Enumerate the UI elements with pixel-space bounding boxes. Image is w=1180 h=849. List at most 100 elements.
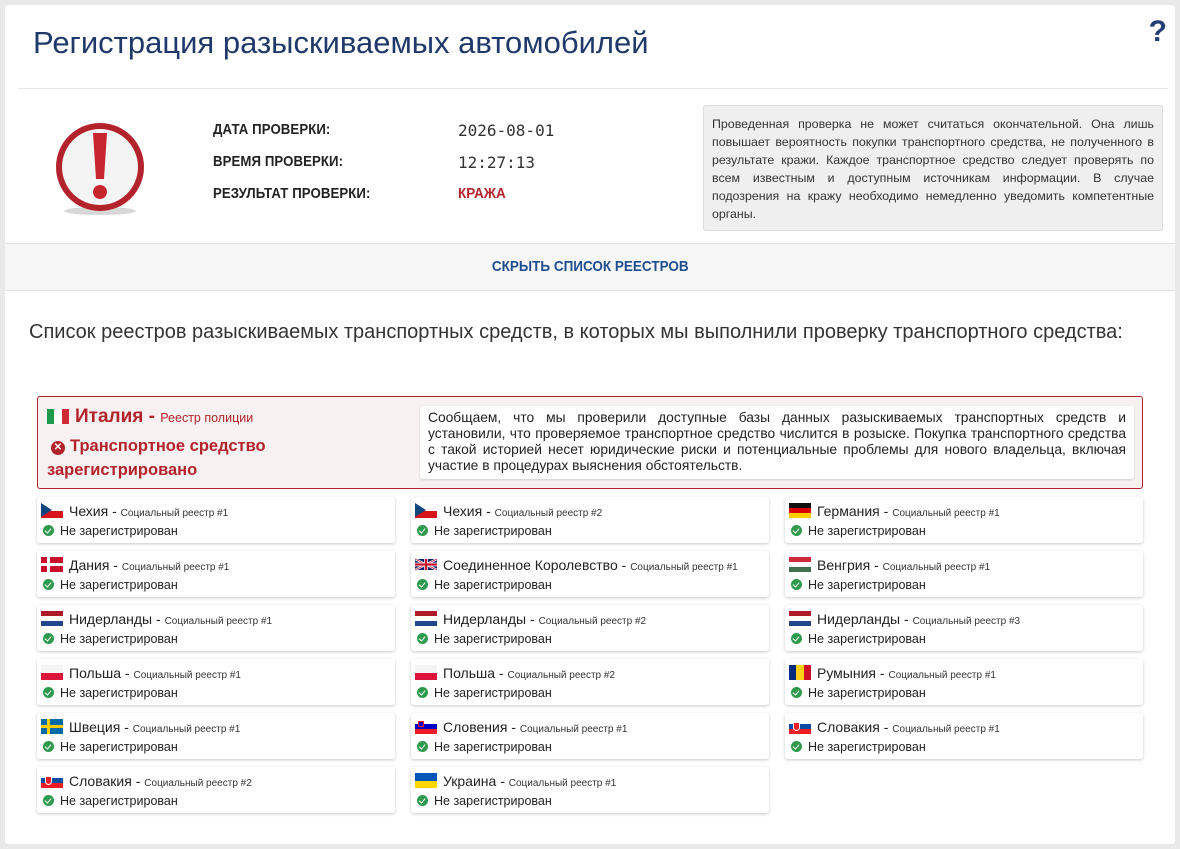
- registry-card: Нидерланды - Социальный реестр #1 Не заре…: [37, 605, 395, 651]
- sk-flag-icon: [789, 719, 811, 734]
- registry-header: Венгрия - Социальный реестр #1: [789, 557, 990, 573]
- toggle-bar: СКРЫТЬ СПИСОК РЕЕСТРОВ: [5, 243, 1175, 291]
- help-icon[interactable]: ?: [1149, 15, 1167, 49]
- page-title: Регистрация разыскиваемых автомобилей: [33, 25, 649, 60]
- nl-flag-icon: [789, 611, 811, 626]
- registry-header: Словения - Социальный реестр #1: [415, 719, 627, 735]
- check-circle-icon: [791, 525, 802, 536]
- registry-separator: -: [879, 719, 893, 735]
- registry-status-text: Не зарегистрирован: [808, 578, 926, 592]
- registry-name: Социальный реестр #1: [508, 778, 617, 789]
- registry-header: Румыния - Социальный реестр #1: [789, 665, 996, 681]
- check-circle-icon: [791, 741, 802, 752]
- registry-header: Словакия - Социальный реестр #1: [789, 719, 1000, 735]
- registry-name: Социальный реестр #1: [132, 724, 241, 735]
- alert-separator: -: [143, 406, 161, 427]
- registry-card: Польша - Социальный реестр #2 Не зарегист…: [411, 659, 769, 705]
- registry-separator: -: [876, 665, 889, 681]
- registry-separator: -: [152, 611, 165, 627]
- registry-name: Социальный реестр #2: [538, 616, 647, 627]
- registry-header: Польша - Социальный реестр #2: [415, 665, 615, 681]
- registry-header: Польша - Социальный реестр #1: [41, 665, 241, 681]
- registry-status-text: Не зарегистрирован: [434, 686, 552, 700]
- check-circle-icon: [417, 579, 428, 590]
- alert-message: Сообщаем, что мы проверили доступные баз…: [420, 406, 1134, 479]
- registry-status: Не зарегистрирован: [43, 632, 178, 646]
- registry-country: Нидерланды: [69, 611, 153, 627]
- alert-status-text: Транспортное средство зарегистрировано: [47, 437, 266, 479]
- registry-header: Соединенное Королевство - Социальный рее…: [415, 557, 738, 573]
- registry-status-text: Не зарегистрирован: [60, 578, 178, 592]
- registry-country: Швеция: [69, 719, 121, 735]
- check-circle-icon: [417, 633, 428, 644]
- se-flag-icon: [41, 719, 63, 734]
- registry-status: Не зарегистрирован: [43, 578, 178, 592]
- hide-registries-link[interactable]: СКРЫТЬ СПИСОК РЕЕСТРОВ: [492, 258, 689, 275]
- check-circle-icon: [43, 687, 54, 698]
- registry-separator: -: [617, 557, 631, 573]
- registry-status: Не зарегистрирован: [417, 794, 552, 808]
- si-flag-icon: [415, 719, 437, 734]
- check-circle-icon: [417, 741, 428, 752]
- registry-separator: -: [900, 611, 913, 627]
- registry-name: Социальный реестр #1: [882, 562, 991, 573]
- registry-name: Социальный реестр #2: [494, 508, 603, 519]
- registry-card: Румыния - Социальный реестр #1 Не зарегис…: [785, 659, 1143, 705]
- registry-header: Нидерланды - Социальный реестр #3: [789, 611, 1020, 627]
- registry-separator: -: [507, 719, 520, 735]
- check-date-value: 2026-08-01: [458, 121, 555, 140]
- registry-card: Швеция - Социальный реестр #1 Не зарегист…: [37, 713, 395, 759]
- registry-status-text: Не зарегистрирован: [60, 740, 178, 754]
- registry-status: Не зарегистрирован: [43, 740, 178, 754]
- registry-card: Нидерланды - Социальный реестр #2 Не заре…: [411, 605, 769, 651]
- registry-status-text: Не зарегистрирован: [434, 578, 552, 592]
- registry-status: Не зарегистрирован: [791, 578, 926, 592]
- disclaimer-box: Проведенная проверка не может считаться …: [703, 105, 1163, 231]
- registry-status-text: Не зарегистрирован: [434, 794, 552, 808]
- check-result-value: КРАЖА: [458, 185, 506, 202]
- registry-status: Не зарегистрирован: [417, 524, 552, 538]
- registry-name: Социальный реестр #1: [888, 670, 996, 681]
- registry-name: Социальный реестр #2: [507, 670, 615, 681]
- registry-country: Дания: [69, 557, 110, 573]
- registry-status: Не зарегистрирован: [791, 740, 926, 754]
- registry-separator: -: [495, 665, 508, 681]
- registry-country: Германия: [817, 503, 880, 519]
- alert-registry-header: Италия - Реестр полиции ✕ Транспортное ср…: [47, 406, 407, 482]
- registry-separator: -: [109, 557, 122, 573]
- registry-header: Словакия - Социальный реестр #2: [41, 773, 252, 789]
- registry-separator: -: [131, 773, 145, 789]
- registry-separator: -: [879, 503, 893, 519]
- check-circle-icon: [43, 795, 54, 806]
- registry-status: Не зарегистрирован: [417, 632, 552, 646]
- registry-status-text: Не зарегистрирован: [60, 686, 178, 700]
- registry-status: Не зарегистрирован: [43, 524, 178, 538]
- registry-name: Социальный реестр #1: [892, 508, 1000, 519]
- registry-card: Чехия - Социальный реестр #2 Не зарегистр…: [411, 497, 769, 543]
- check-circle-icon: [43, 579, 54, 590]
- registry-header: Нидерланды - Социальный реестр #1: [41, 611, 272, 627]
- registry-header: Нидерланды - Социальный реестр #2: [415, 611, 646, 627]
- check-circle-icon: [43, 525, 54, 536]
- check-circle-icon: [417, 687, 428, 698]
- registry-status-text: Не зарегистрирован: [60, 632, 178, 646]
- check-time-value: 12:27:13: [458, 153, 536, 172]
- check-date-label: ДАТА ПРОВЕРКИ:: [213, 121, 331, 138]
- check-circle-icon: [417, 525, 428, 536]
- check-circle-icon: [791, 579, 802, 590]
- registry-country: Соединенное Королевство: [443, 557, 618, 573]
- registry-separator: -: [108, 503, 121, 519]
- alert-country: Италия: [75, 406, 144, 427]
- registry-country: Чехия: [69, 503, 109, 519]
- registry-status: Не зарегистрирован: [417, 578, 552, 592]
- check-time-label: ВРЕМЯ ПРОВЕРКИ:: [213, 153, 344, 170]
- registry-card: Словакия - Социальный реестр #2 Не зареги…: [37, 767, 395, 813]
- registry-name: Социальный реестр #1: [164, 616, 273, 627]
- registry-name: Социальный реестр #1: [133, 670, 241, 681]
- registry-card: Украина - Социальный реестр #1 Не зарегис…: [411, 767, 769, 813]
- gb-flag-icon: [415, 557, 437, 572]
- registry-country: Словакия: [817, 719, 880, 735]
- registry-status: Не зарегистрирован: [791, 632, 926, 646]
- check-circle-icon: [43, 633, 54, 644]
- registry-name: Социальный реестр #1: [121, 562, 230, 573]
